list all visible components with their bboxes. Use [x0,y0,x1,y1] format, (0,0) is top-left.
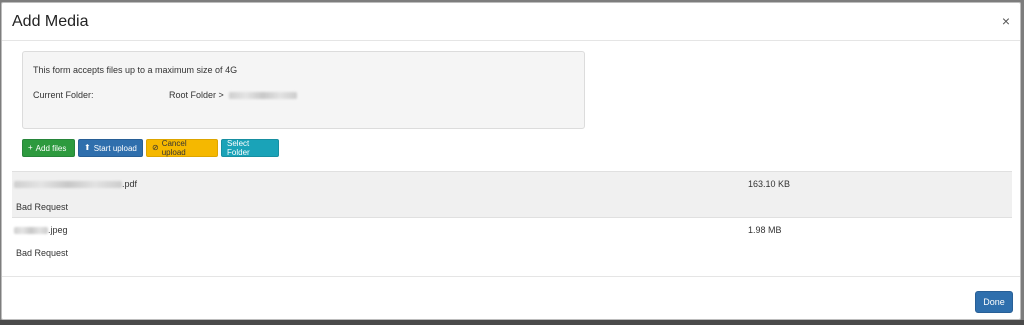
redacted-file-name [14,180,122,188]
file-extension: .pdf [122,179,138,189]
file-name: .pdf [14,179,137,189]
modal-title: Add Media [12,13,89,30]
upload-toolbar: + Add files ⬆ Start upload ⊘ Cancel uplo… [22,139,279,157]
file-name: .jpeg [14,225,68,235]
start-upload-label: Start upload [93,143,137,153]
done-button[interactable]: Done [975,291,1013,313]
file-size: 1.98 MB [748,225,782,235]
backdrop-strip [0,320,1024,325]
file-size: 163.10 KB [748,179,791,189]
file-row: .pdf 163.10 KB Bad Request [12,171,1012,217]
add-media-modal: Add Media × This form accepts files up t… [1,2,1021,320]
current-folder-path: Root Folder > [169,90,297,100]
file-extension: .jpeg [48,225,68,235]
add-files-label: Add files [35,143,67,153]
modal-header: Add Media × [2,3,1020,41]
modal-footer: Done [2,276,1020,320]
select-folder-button[interactable]: Select Folder [221,139,279,157]
start-upload-button[interactable]: ⬆ Start upload [78,139,143,157]
file-status: Bad Request [16,248,69,258]
redacted-folder-name [228,91,297,99]
select-folder-label: Select Folder [227,139,250,157]
ban-icon: ⊘ [152,143,159,152]
redacted-file-name [14,226,48,234]
max-size-text: This form accepts files up to a maximum … [33,65,238,75]
file-status: Bad Request [16,202,69,212]
add-files-button[interactable]: + Add files [22,139,75,157]
upload-icon: ⬆ [84,143,91,152]
close-icon[interactable]: × [1002,13,1010,29]
file-row: .jpeg 1.98 MB Bad Request [12,217,1012,263]
cancel-upload-button[interactable]: ⊘ Cancel upload [146,139,218,157]
current-folder-label: Current Folder: [33,90,94,100]
cancel-upload-label: Cancel upload [161,139,187,157]
file-list: .pdf 163.10 KB Bad Request .jpeg 1.98 MB… [12,171,1012,263]
plus-icon: + [28,143,33,152]
current-folder-value: Root Folder > [169,90,224,100]
upload-info-panel: This form accepts files up to a maximum … [22,51,585,129]
